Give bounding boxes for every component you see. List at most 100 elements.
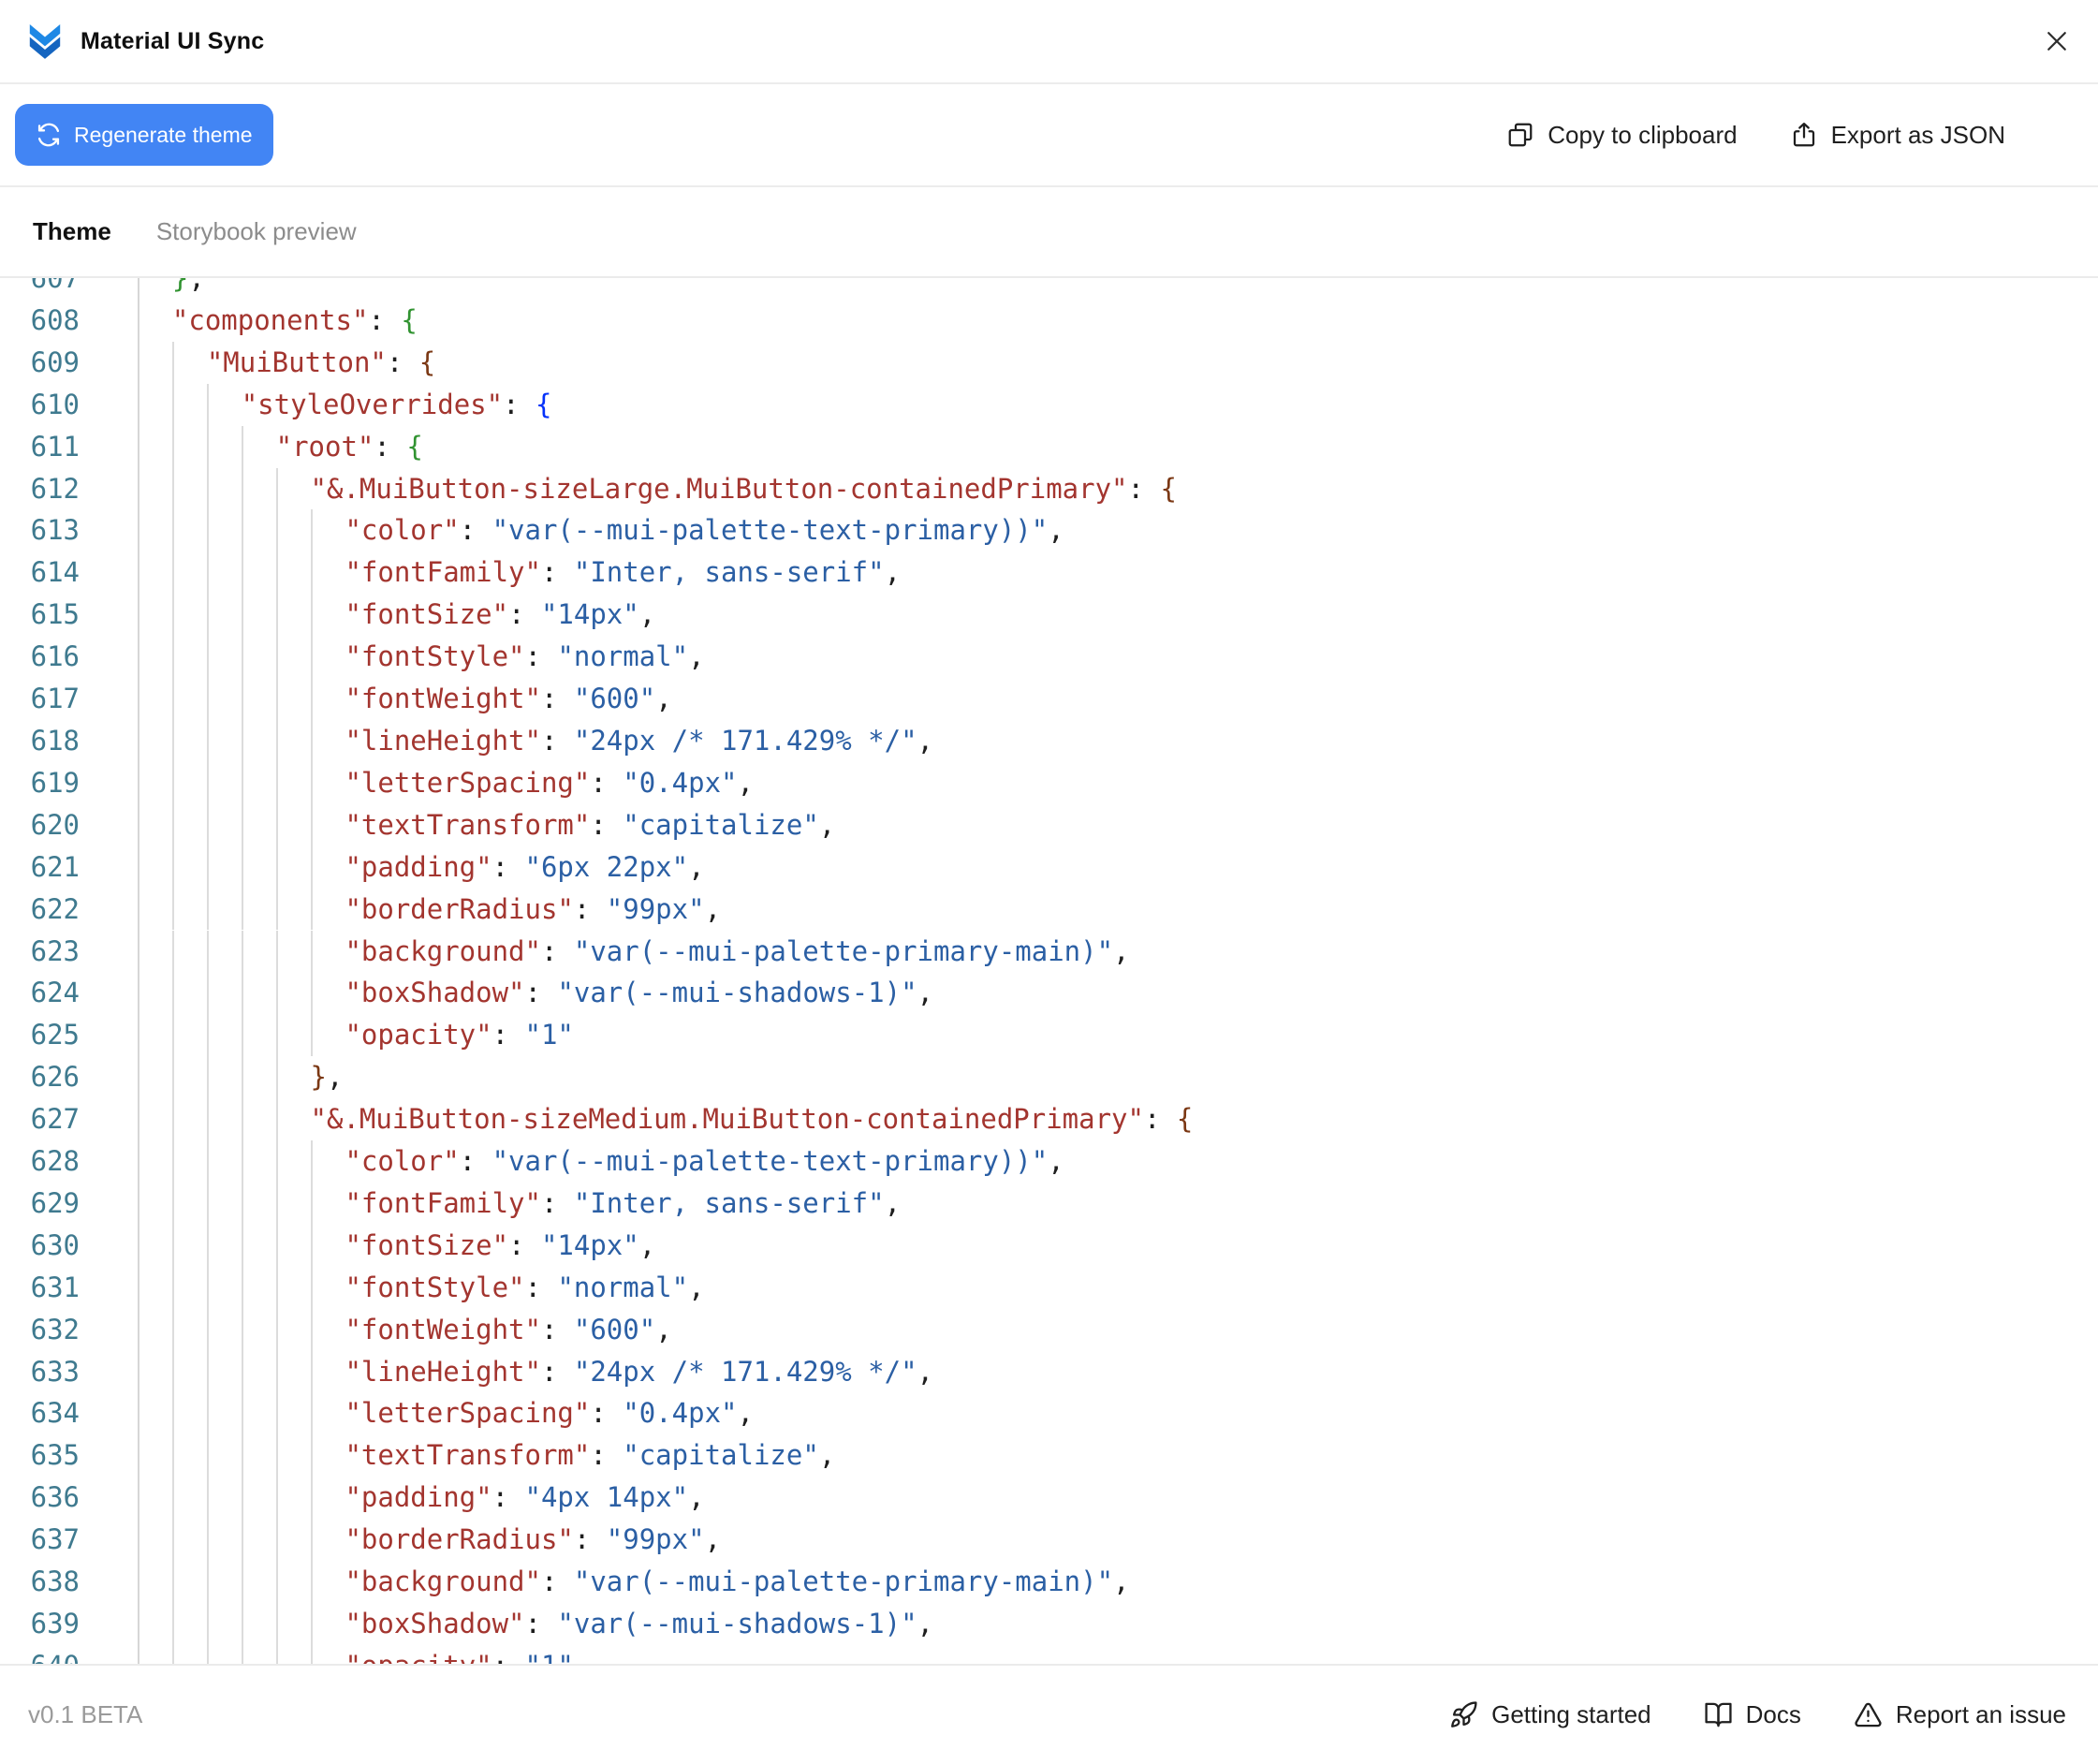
line-number: 631 bbox=[30, 1271, 80, 1303]
code-line: 615 "fontSize": "14px", bbox=[0, 594, 2098, 637]
code-editor[interactable]: 607}, 608 "components": {609 "MuiButton": {… bbox=[0, 278, 2098, 1664]
indent-guide bbox=[139, 803, 174, 846]
code-line: 623 "background": "var(--mui-palette-prim… bbox=[0, 930, 2098, 973]
indent-guide bbox=[209, 551, 243, 595]
indent-guide bbox=[209, 1519, 243, 1562]
indent-guide bbox=[243, 1561, 278, 1603]
indent-guide bbox=[209, 509, 243, 552]
indent-guide bbox=[139, 341, 174, 384]
line-number: 635 bbox=[30, 1439, 80, 1472]
indent-guide bbox=[209, 1182, 243, 1225]
indent-guide bbox=[243, 1603, 278, 1645]
indent-guide bbox=[243, 467, 278, 510]
indent-guide bbox=[243, 888, 278, 931]
warning-icon bbox=[1855, 1702, 1882, 1727]
code-line-content: "fontWeight": "600", bbox=[138, 1308, 2098, 1351]
code-line-content: "letterSpacing": "0.4px", bbox=[138, 1392, 2098, 1435]
version-badge: v0.1 BETA bbox=[28, 1700, 143, 1728]
indent-guide bbox=[174, 761, 209, 804]
line-number: 607 bbox=[30, 278, 80, 294]
indent-guide bbox=[174, 1056, 209, 1099]
indent-guide bbox=[139, 1014, 174, 1057]
line-number: 637 bbox=[30, 1523, 80, 1556]
indent-guide bbox=[139, 845, 174, 889]
footer-link-docs[interactable]: Docs bbox=[1704, 1700, 1801, 1729]
line-number: 625 bbox=[30, 1019, 80, 1051]
indent-guide bbox=[243, 845, 278, 889]
footer-link-report-issue[interactable]: Report an issue bbox=[1854, 1700, 2066, 1729]
indent-guide bbox=[174, 467, 209, 510]
indent-guide bbox=[174, 678, 209, 720]
indent-guide bbox=[139, 509, 174, 552]
footer-links: Getting started Docs Report an issue bbox=[1449, 1700, 2066, 1729]
code-line-content: "color": "var(--mui-palette-text-primary… bbox=[138, 1140, 2098, 1183]
indent-guide bbox=[139, 719, 174, 762]
tab-storybook-preview[interactable]: Storybook preview bbox=[156, 217, 357, 246]
code-line: 618 "lineHeight": "24px /* 171.429% */", bbox=[0, 719, 2098, 762]
indent-guide bbox=[278, 1014, 313, 1057]
code-line-content: "fontFamily": "Inter, sans-serif", bbox=[138, 1182, 2098, 1225]
indent-guide bbox=[278, 1392, 313, 1435]
code-line: 608 "components": { bbox=[0, 299, 2098, 342]
line-number: 614 bbox=[30, 556, 80, 589]
indent-guide bbox=[278, 1266, 313, 1309]
close-button[interactable] bbox=[2040, 24, 2074, 58]
tab-theme[interactable]: Theme bbox=[33, 217, 111, 246]
indent-guide bbox=[243, 1392, 278, 1435]
code-line-content: "boxShadow": "var(--mui-shadows-1)", bbox=[138, 1603, 2098, 1645]
line-number: 640 bbox=[0, 1645, 80, 1664]
indent-guide bbox=[174, 719, 209, 762]
code-line: 610 "styleOverrides": { bbox=[0, 383, 2098, 426]
indent-guide bbox=[243, 930, 278, 973]
regenerate-theme-button[interactable]: Regenerate theme bbox=[15, 104, 273, 166]
indent-guide bbox=[139, 636, 174, 679]
indent-guide bbox=[243, 1014, 278, 1057]
line-number: 617 bbox=[30, 683, 80, 715]
line-number: 613 bbox=[30, 514, 80, 547]
indent-guide bbox=[139, 1477, 174, 1520]
indent-guide bbox=[174, 1561, 209, 1603]
indent-guide bbox=[174, 636, 209, 679]
indent-guide bbox=[209, 1056, 243, 1099]
indent-guide bbox=[139, 1603, 174, 1645]
footer-link-getting-started[interactable]: Getting started bbox=[1449, 1700, 1651, 1729]
indent-guide bbox=[209, 1098, 243, 1141]
toolbar: Regenerate theme Copy to clipboard Expor… bbox=[0, 84, 2098, 187]
code-line-content: "textTransform": "capitalize", bbox=[138, 803, 2098, 846]
indent-guide bbox=[139, 1098, 174, 1141]
code-line: 635 "textTransform": "capitalize", bbox=[0, 1434, 2098, 1477]
indent-guide bbox=[209, 888, 243, 931]
indent-guide bbox=[278, 509, 313, 552]
indent-guide bbox=[174, 425, 209, 468]
code-line: 633 "lineHeight": "24px /* 171.429% */", bbox=[0, 1350, 2098, 1393]
indent-guide bbox=[209, 1014, 243, 1057]
indent-guide bbox=[174, 888, 209, 931]
indent-guide bbox=[139, 1266, 174, 1309]
indent-guide bbox=[139, 1224, 174, 1267]
indent-guide bbox=[209, 636, 243, 679]
code-line-content: "fontStyle": "normal", bbox=[138, 1266, 2098, 1309]
indent-guide bbox=[174, 594, 209, 637]
indent-guide bbox=[209, 930, 243, 973]
footer-link-label: Getting started bbox=[1491, 1700, 1651, 1728]
code-line-content: "fontWeight": "600", bbox=[138, 678, 2098, 720]
code-line: 611 "root": { bbox=[0, 425, 2098, 468]
export-as-json-button[interactable]: Export as JSON bbox=[1790, 121, 2005, 150]
indent-guide bbox=[139, 1308, 174, 1351]
indent-guide bbox=[243, 1098, 278, 1141]
export-as-json-label: Export as JSON bbox=[1830, 120, 2005, 149]
code-line-content: "background": "var(--mui-palette-primary… bbox=[138, 1561, 2098, 1603]
indent-guide bbox=[243, 972, 278, 1015]
line-number: 632 bbox=[30, 1313, 80, 1345]
code-line-content: "styleOverrides": { bbox=[138, 383, 2098, 426]
code-line: 624 "boxShadow": "var(--mui-shadows-1)", bbox=[0, 972, 2098, 1015]
indent-guide bbox=[243, 509, 278, 552]
indent-guide bbox=[139, 1644, 174, 1664]
line-number: 624 bbox=[30, 977, 80, 1009]
indent-guide bbox=[139, 1434, 174, 1477]
indent-guide bbox=[209, 1224, 243, 1267]
indent-guide bbox=[174, 383, 209, 426]
page-title: Material UI Sync bbox=[81, 27, 265, 54]
code-line: 622 "borderRadius": "99px", bbox=[0, 888, 2098, 931]
copy-to-clipboard-button[interactable]: Copy to clipboard bbox=[1506, 121, 1738, 150]
